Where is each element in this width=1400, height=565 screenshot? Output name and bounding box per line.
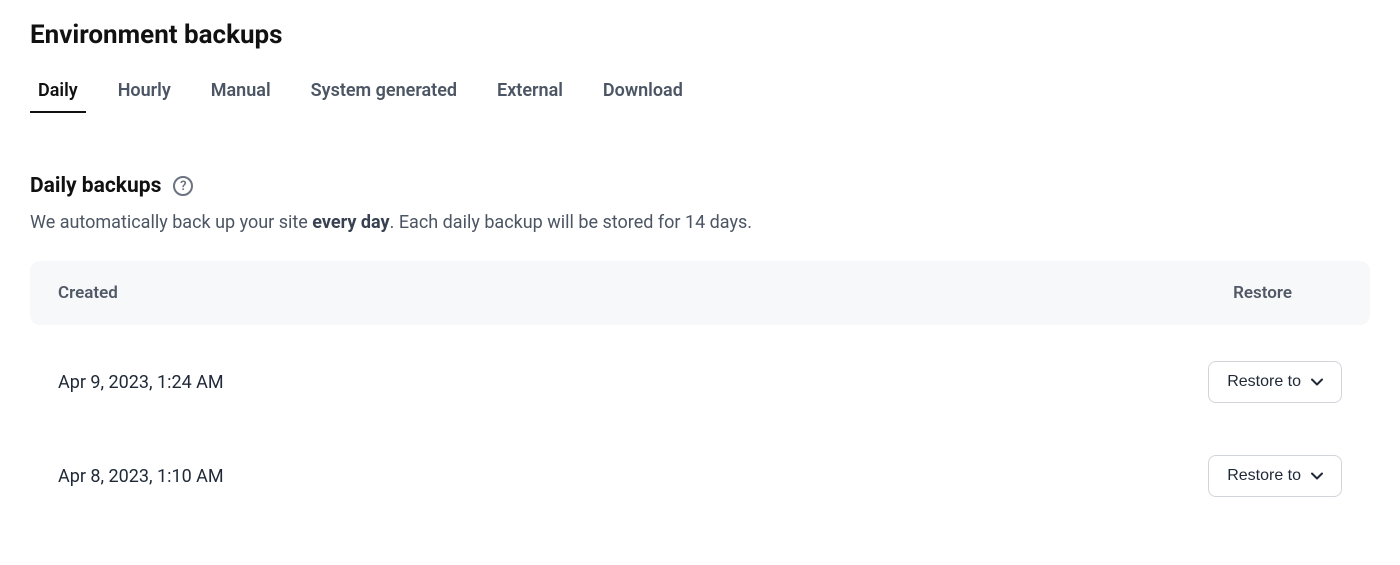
tab-daily[interactable]: Daily [38, 80, 78, 113]
section-header: Daily backups ? [30, 174, 1370, 198]
table-row: Apr 8, 2023, 1:10 AM Restore to [30, 429, 1370, 523]
desc-text-pre: We automatically back up your site [30, 212, 312, 233]
help-icon[interactable]: ? [173, 176, 193, 196]
section-title: Daily backups [30, 174, 161, 198]
chevron-down-icon [1311, 472, 1323, 480]
table-row: Apr 9, 2023, 1:24 AM Restore to [30, 335, 1370, 429]
tab-system-generated[interactable]: System generated [311, 80, 457, 113]
restore-to-label: Restore to [1227, 467, 1301, 485]
restore-to-label: Restore to [1227, 373, 1301, 391]
tab-hourly[interactable]: Hourly [118, 80, 171, 113]
cell-created: Apr 8, 2023, 1:10 AM [58, 466, 224, 487]
restore-to-button[interactable]: Restore to [1208, 361, 1342, 403]
tab-bar: Daily Hourly Manual System generated Ext… [30, 80, 1370, 114]
desc-text-post: . Each daily backup will be stored for 1… [390, 212, 752, 233]
section-description: We automatically back up your site every… [30, 212, 1370, 233]
table-header: Created Restore [30, 261, 1370, 325]
tab-manual[interactable]: Manual [211, 80, 271, 113]
desc-text-emph: every day [312, 212, 389, 233]
restore-to-button[interactable]: Restore to [1208, 455, 1342, 497]
column-header-created: Created [58, 283, 118, 303]
column-header-restore: Restore [1233, 283, 1292, 303]
tab-download[interactable]: Download [603, 80, 683, 113]
cell-created: Apr 9, 2023, 1:24 AM [58, 372, 224, 393]
tab-external[interactable]: External [497, 80, 563, 113]
chevron-down-icon [1311, 378, 1323, 386]
page-title: Environment backups [30, 20, 1370, 50]
